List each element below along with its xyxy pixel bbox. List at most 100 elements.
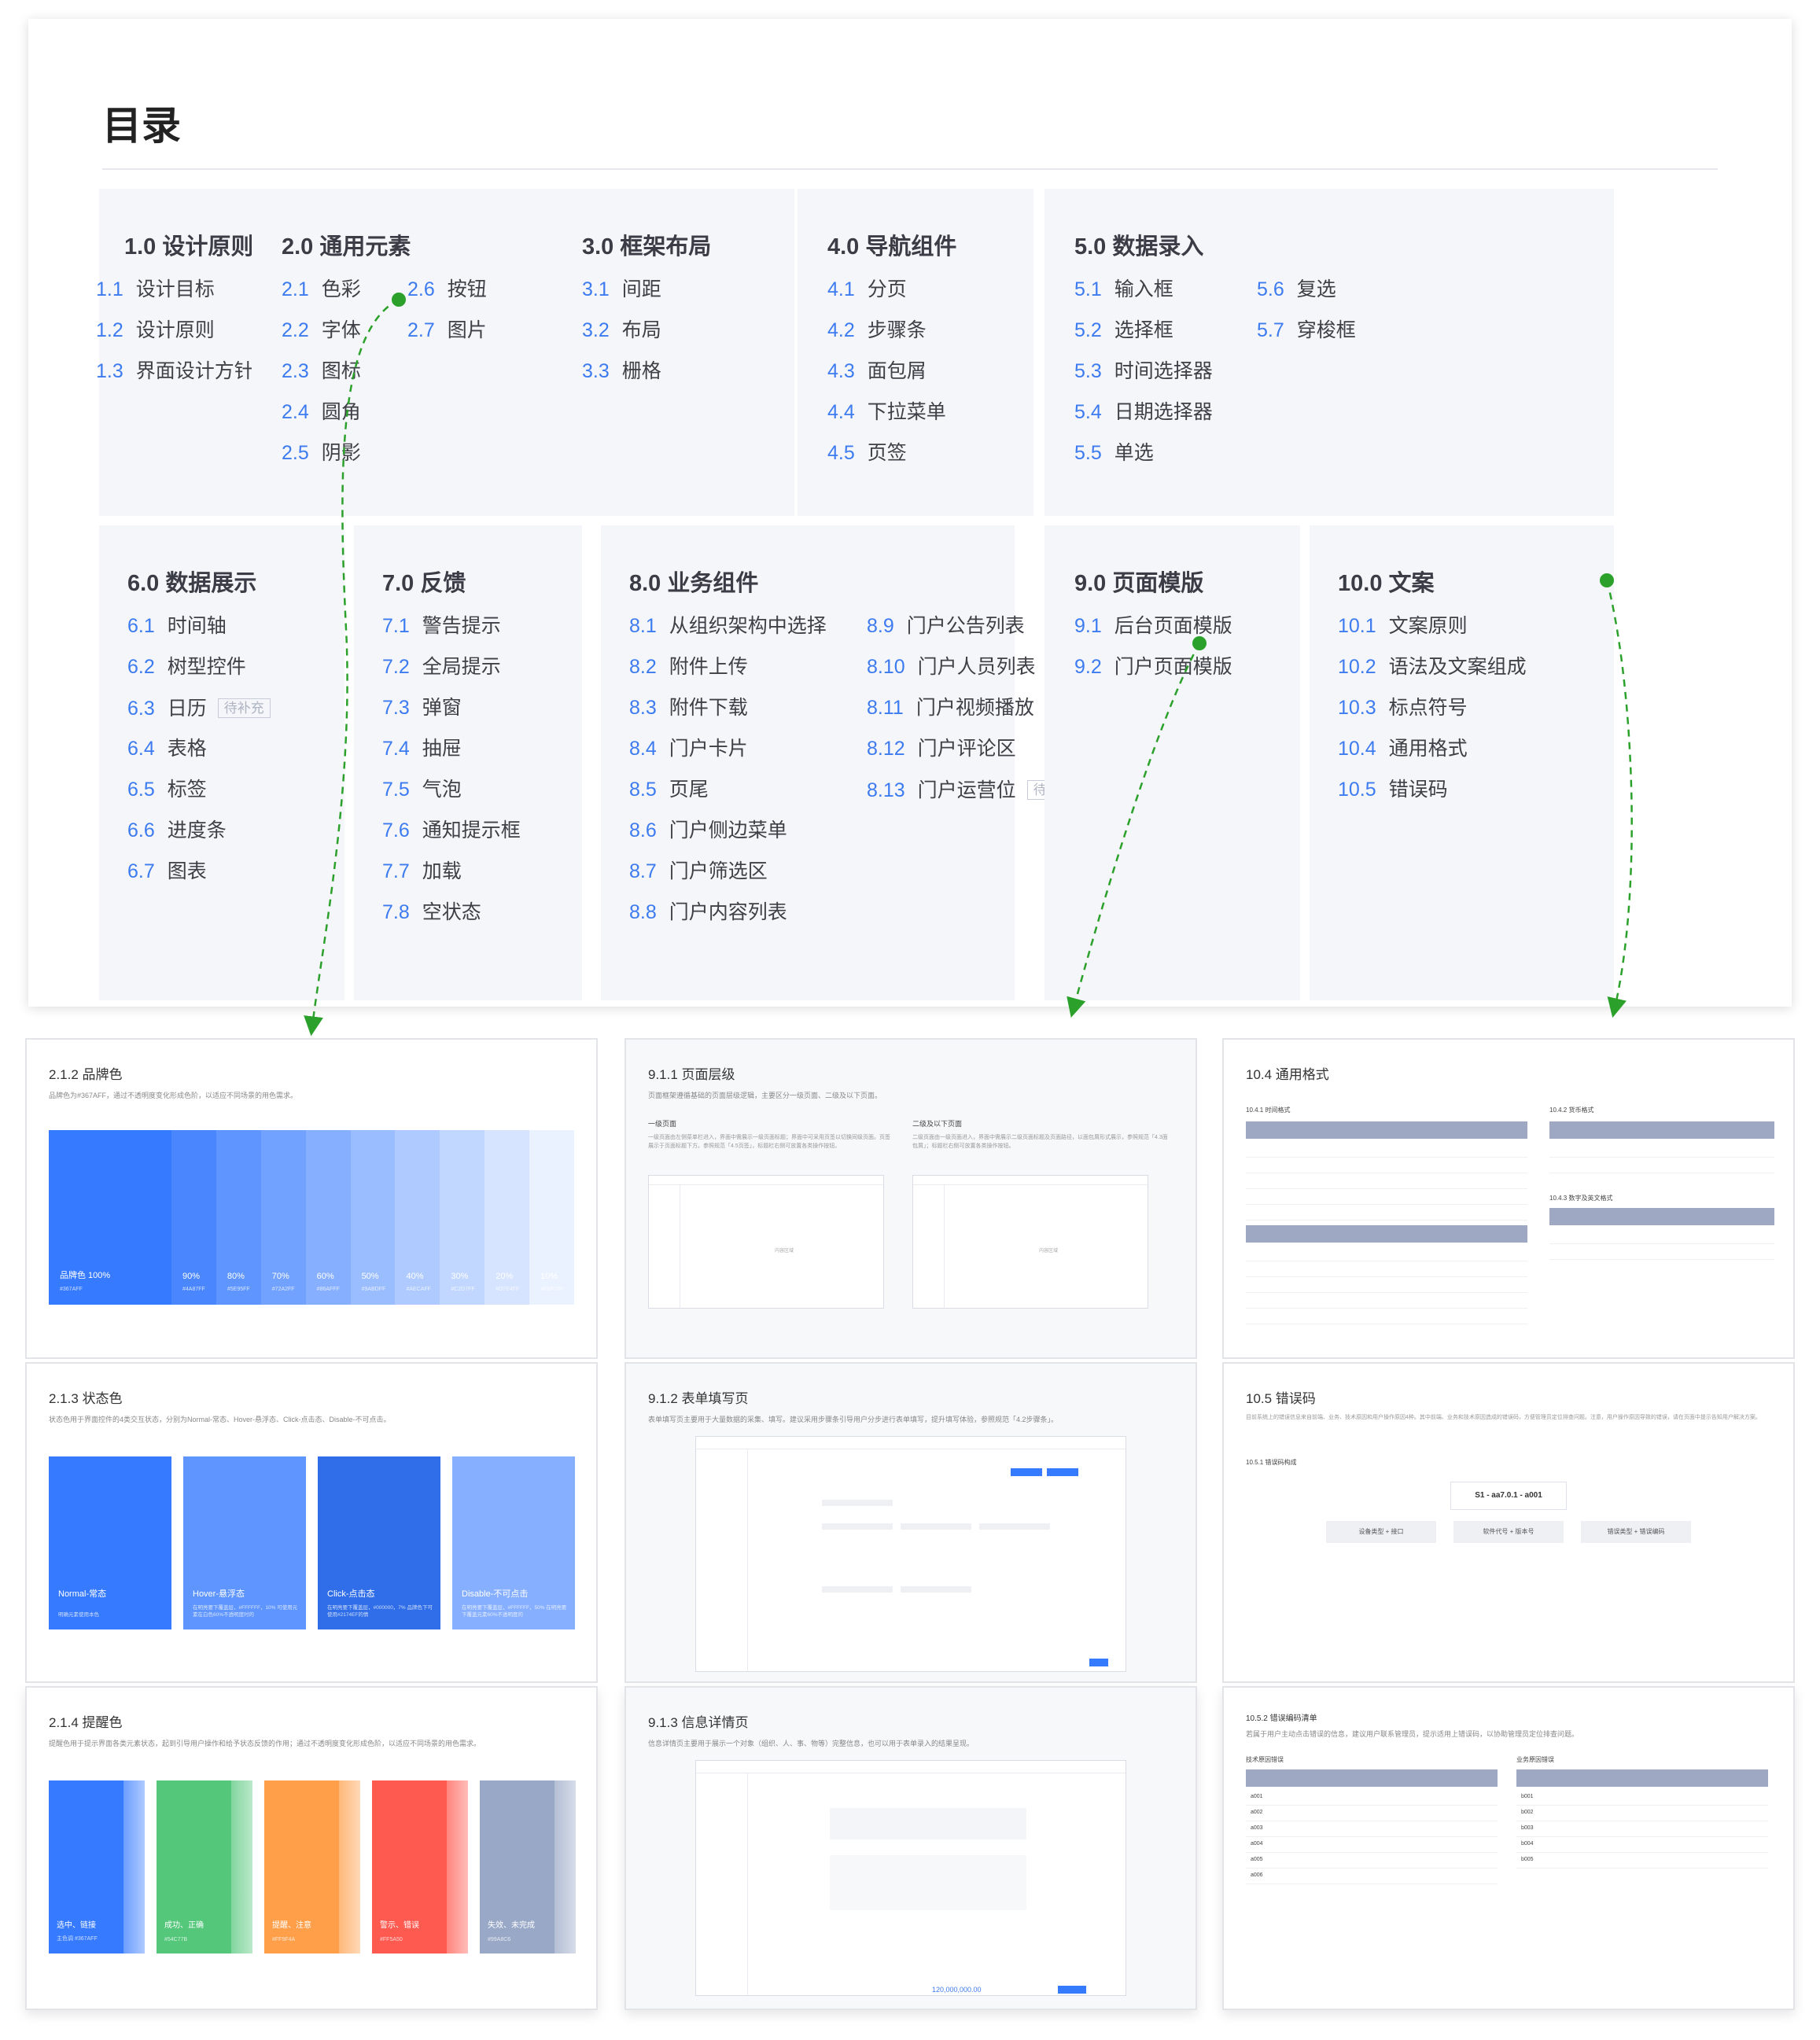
section-label: 二级及以下页面 [912, 1120, 963, 1128]
brand-swatch-step: 90% #4A87FF [171, 1130, 216, 1305]
alert-name: 提醒、注意 [272, 1921, 311, 1930]
card-error-list: 10.5.2 错误编码清单 若属于用户主动点击错误的信息，建议用户联系管理员，提… [1222, 1686, 1795, 2010]
format-table [1549, 1121, 1774, 1173]
swatch-hex: #D7E4FF [496, 1287, 520, 1292]
swatch-label: 80% [227, 1272, 245, 1281]
error-row: a005 [1246, 1853, 1498, 1869]
brand-swatch-step: 40% #AECAFF [395, 1130, 440, 1305]
alert-hex: 主色调 #367AFF [57, 1936, 98, 1942]
section-description: 二级页面由一级页面进入，界面中需展示二级页面标题及页面路径，以面包屑形式展示，参… [912, 1135, 1168, 1149]
error-code: a006 [1251, 1872, 1263, 1878]
alert-color-box: 失效、未完成 #99A8C6 [480, 1780, 576, 1953]
alert-color-box: 提醒、注意 #FF9F4A [264, 1780, 360, 1953]
swatch-hex: #9ABDFF [361, 1287, 386, 1292]
card-description: 提醒色用于提示界面各类元素状态，起到引导用户操作和给予状态反馈的作用；通过不透明… [49, 1740, 481, 1747]
card-general-format: 10.4 通用格式 10.4.1 时间格式 10.4.2 货币格式 10.4.3… [1222, 1038, 1795, 1359]
alert-name: 警示、错误 [380, 1921, 419, 1930]
swatch-hex: #C2D7FF [451, 1287, 475, 1292]
brand-swatch-step: 20% #D7E4FF [484, 1130, 530, 1305]
brand-swatch-main: 品牌色 100% #367AFF [49, 1130, 171, 1305]
page-mockup: 内容区域 [912, 1175, 1148, 1309]
error-row: b003 [1516, 1821, 1768, 1837]
error-code-part: 软件代号 + 版本号 [1453, 1521, 1564, 1543]
card-brand-color: 2.1.2 品牌色 品牌色为#367AFF，通过不透明度变化形成色阶，以适应不同… [25, 1038, 598, 1359]
error-row: b002 [1516, 1806, 1768, 1821]
alert-name: 成功、正确 [164, 1921, 204, 1930]
card-title: 2.1.4 提醒色 [49, 1715, 123, 1730]
arrow-origin-dot [392, 293, 406, 307]
section-label: 一级页面 [648, 1120, 677, 1128]
swatch-hex: #367AFF [60, 1287, 83, 1292]
swatch-label: 60% [316, 1272, 334, 1281]
swatch-hex: #5E95FF [227, 1287, 250, 1292]
alert-color-box: 警示、错误 #FF5A50 [372, 1780, 468, 1953]
page-mockup: 内容区域 [648, 1175, 884, 1309]
swatch-hex: #4A87FF [182, 1287, 205, 1292]
card-alert-color: 2.1.4 提醒色 提醒色用于提示界面各类元素状态，起到引导用户操作和给予状态反… [25, 1686, 598, 2010]
error-code: a004 [1251, 1841, 1263, 1847]
swatch-label: 30% [451, 1272, 469, 1281]
error-table: a001 a002 a003 a004 a005 a006 [1246, 1769, 1498, 1884]
alert-color-box: 成功、正确 #54C77B [157, 1780, 252, 1953]
card-title: 10.4 通用格式 [1246, 1067, 1329, 1082]
state-note: 在明亮要下覆盖层，#000000，7% 品牌色下可使用#2174EF的情 [327, 1604, 433, 1618]
card-form-page: 9.1.2 表单填写页 表单填写页主要用于大量数据的采集、填写。建议采用步骤条引… [624, 1362, 1197, 1683]
error-code: a002 [1251, 1810, 1263, 1815]
card-state-color: 2.1.3 状态色 状态色用于界面控件的4类交互状态，分别为Normal-常态、… [25, 1362, 598, 1683]
error-code: b001 [1521, 1794, 1534, 1799]
format-table [1246, 1121, 1527, 1324]
error-code: a003 [1251, 1825, 1263, 1831]
state-name: Normal-常态 [58, 1589, 107, 1599]
alert-name: 选中、链接 [57, 1921, 96, 1930]
state-color-box: Hover-悬浮态在明亮要下覆盖层，#FFFFFF，10% 可使用元素在白色60… [183, 1456, 306, 1629]
error-code: b005 [1521, 1857, 1534, 1862]
error-code-part: 设备类型 + 接口 [1326, 1521, 1436, 1543]
swatch-hex: #86AFFF [316, 1287, 340, 1292]
swatch-label: 50% [361, 1272, 379, 1281]
brand-swatch-step: 50% #9ABDFF [350, 1130, 396, 1305]
state-color-box: Disable-不可点击在明亮要下覆盖层，#FFFFFF，50% 在明亮要下覆盖… [452, 1456, 575, 1629]
amount-value: 120,000,000.00 [932, 1986, 982, 1994]
error-table: b001 b002 b003 b004 b005 [1516, 1769, 1768, 1869]
error-code: a001 [1251, 1794, 1263, 1799]
section-label: 技术原因错误 [1246, 1756, 1284, 1763]
card-description: 页面框架遵循基础的页面层级逻辑，主要区分一级页面、二级及以下页面。 [648, 1092, 882, 1099]
brand-swatch-step: 70% #72A2FF [260, 1130, 306, 1305]
card-page-layer: 9.1.1 页面层级 页面框架遵循基础的页面层级逻辑，主要区分一级页面、二级及以… [624, 1038, 1197, 1359]
error-code: b002 [1521, 1810, 1534, 1815]
state-name: Click-点击态 [327, 1589, 375, 1599]
brand-swatch-step: 60% #86AFFF [305, 1130, 351, 1305]
card-title: 9.1.1 页面层级 [648, 1067, 735, 1082]
card-title: 2.1.3 状态色 [49, 1391, 123, 1406]
format-table [1549, 1208, 1774, 1260]
card-title: 10.5.2 错误编码清单 [1246, 1714, 1317, 1723]
error-row: a006 [1246, 1869, 1498, 1884]
swatch-label: 40% [406, 1272, 424, 1281]
alert-color-box: 选中、链接主色调 #367AFF [49, 1780, 145, 1953]
alert-hex: #99A8C6 [488, 1937, 511, 1942]
state-note: 在明亮要下覆盖层，#FFFFFF，10% 可使用元素在白色60%不透明度时的 [193, 1604, 298, 1618]
section-label: 10.5.1 错误码构成 [1246, 1459, 1297, 1466]
section-label: 10.4.3 数字及英文格式 [1549, 1195, 1613, 1202]
alert-name: 失效、未完成 [488, 1921, 535, 1930]
swatch-hex: #EBF2FF [540, 1287, 565, 1292]
swatch-hex: #AECAFF [406, 1287, 431, 1292]
card-title: 9.1.2 表单填写页 [648, 1391, 749, 1406]
state-note: 在明亮要下覆盖层，#FFFFFF，50% 在明亮要下覆盖元素60%不透明度的 [462, 1604, 567, 1618]
card-description: 目前系统上的错误信息来自前端、业务、技术原因和用户操作原因4种。其中前端、业务和… [1246, 1415, 1761, 1420]
error-code-part: 错误类型 + 错误编码 [1581, 1521, 1691, 1543]
state-name: Hover-悬浮态 [193, 1589, 245, 1599]
section-label: 10.4.2 货币格式 [1549, 1107, 1594, 1114]
card-title: 9.1.3 信息详情页 [648, 1715, 749, 1730]
swatch-label: 品牌色 100% [60, 1271, 111, 1280]
brand-swatch-row: 品牌色 100% #367AFF 90% #4A87FF 80% #5E95FF 70%… [49, 1130, 575, 1305]
card-detail-page: 9.1.3 信息详情页 信息详情页主要用于展示一个对象（组织、人、事、物等）完整… [624, 1686, 1197, 2010]
state-name: Disable-不可点击 [462, 1589, 529, 1599]
error-row: b001 [1516, 1790, 1768, 1806]
swatch-label: 70% [271, 1272, 289, 1281]
error-code: b003 [1521, 1825, 1534, 1831]
swatch-label: 90% [182, 1272, 201, 1281]
state-color-box: Normal-常态 明确元素使用本色 [49, 1456, 171, 1629]
card-description: 信息详情页主要用于展示一个对象（组织、人、事、物等）完整信息，也可以用于表单录入… [648, 1740, 974, 1747]
card-title: 10.5 错误码 [1246, 1391, 1316, 1406]
